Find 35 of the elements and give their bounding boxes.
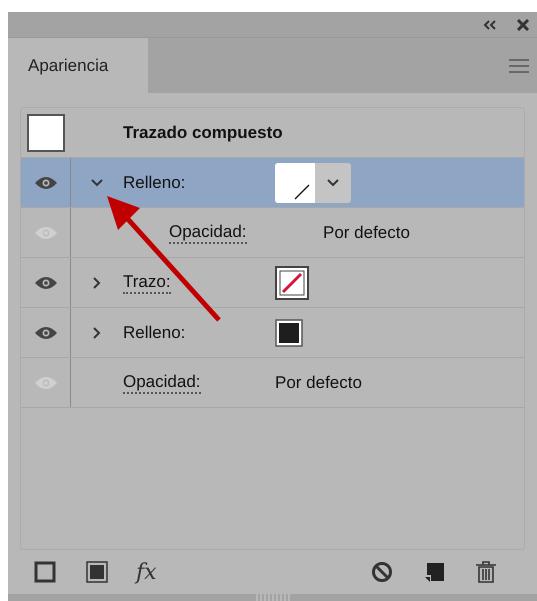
row-value: Por defecto (323, 222, 410, 244)
close-icon[interactable] (517, 18, 529, 30)
eye-icon[interactable] (34, 324, 58, 340)
effects-button[interactable]: fx (136, 556, 157, 588)
stroke-swatch[interactable] (275, 266, 309, 300)
dropdown-caret-icon[interactable] (326, 178, 340, 188)
panel-tab[interactable]: Apariencia (8, 38, 148, 93)
chevron-down-icon[interactable] (90, 178, 104, 188)
appearance-row[interactable]: Relleno: (21, 308, 524, 358)
object-thumbnail (27, 114, 65, 152)
row-label[interactable]: Opacidad: (169, 220, 246, 244)
duplicate-icon[interactable] (423, 561, 445, 583)
eye-icon[interactable] (34, 174, 58, 190)
appearance-row[interactable]: Relleno: (21, 158, 524, 208)
appearance-row[interactable]: Opacidad: Por defecto (21, 358, 524, 408)
row-value: Por defecto (275, 372, 362, 394)
add-stroke-icon[interactable] (34, 561, 56, 583)
appearance-row[interactable]: Trazo: (21, 258, 524, 308)
menu-icon[interactable] (509, 58, 529, 72)
row-label[interactable]: Opacidad: (123, 370, 200, 394)
row-label[interactable]: Trazo: (123, 270, 171, 294)
chevron-right-icon[interactable] (92, 326, 102, 340)
resize-grip-icon[interactable] (254, 594, 290, 601)
object-title: Trazado compuesto (123, 122, 283, 144)
add-fill-icon[interactable] (86, 561, 108, 583)
fill-swatch-dropdown[interactable] (275, 162, 351, 202)
collapse-icon[interactable] (483, 20, 497, 30)
row-label: Relleno: (123, 322, 186, 344)
trash-icon[interactable] (475, 560, 497, 584)
fill-swatch[interactable] (275, 318, 303, 346)
appearance-row[interactable]: Opacidad: Por defecto (21, 208, 524, 258)
eye-icon[interactable] (34, 274, 58, 290)
chevron-right-icon[interactable] (92, 276, 102, 290)
clear-appearance-icon[interactable] (371, 561, 393, 583)
row-label: Relleno: (123, 172, 186, 194)
